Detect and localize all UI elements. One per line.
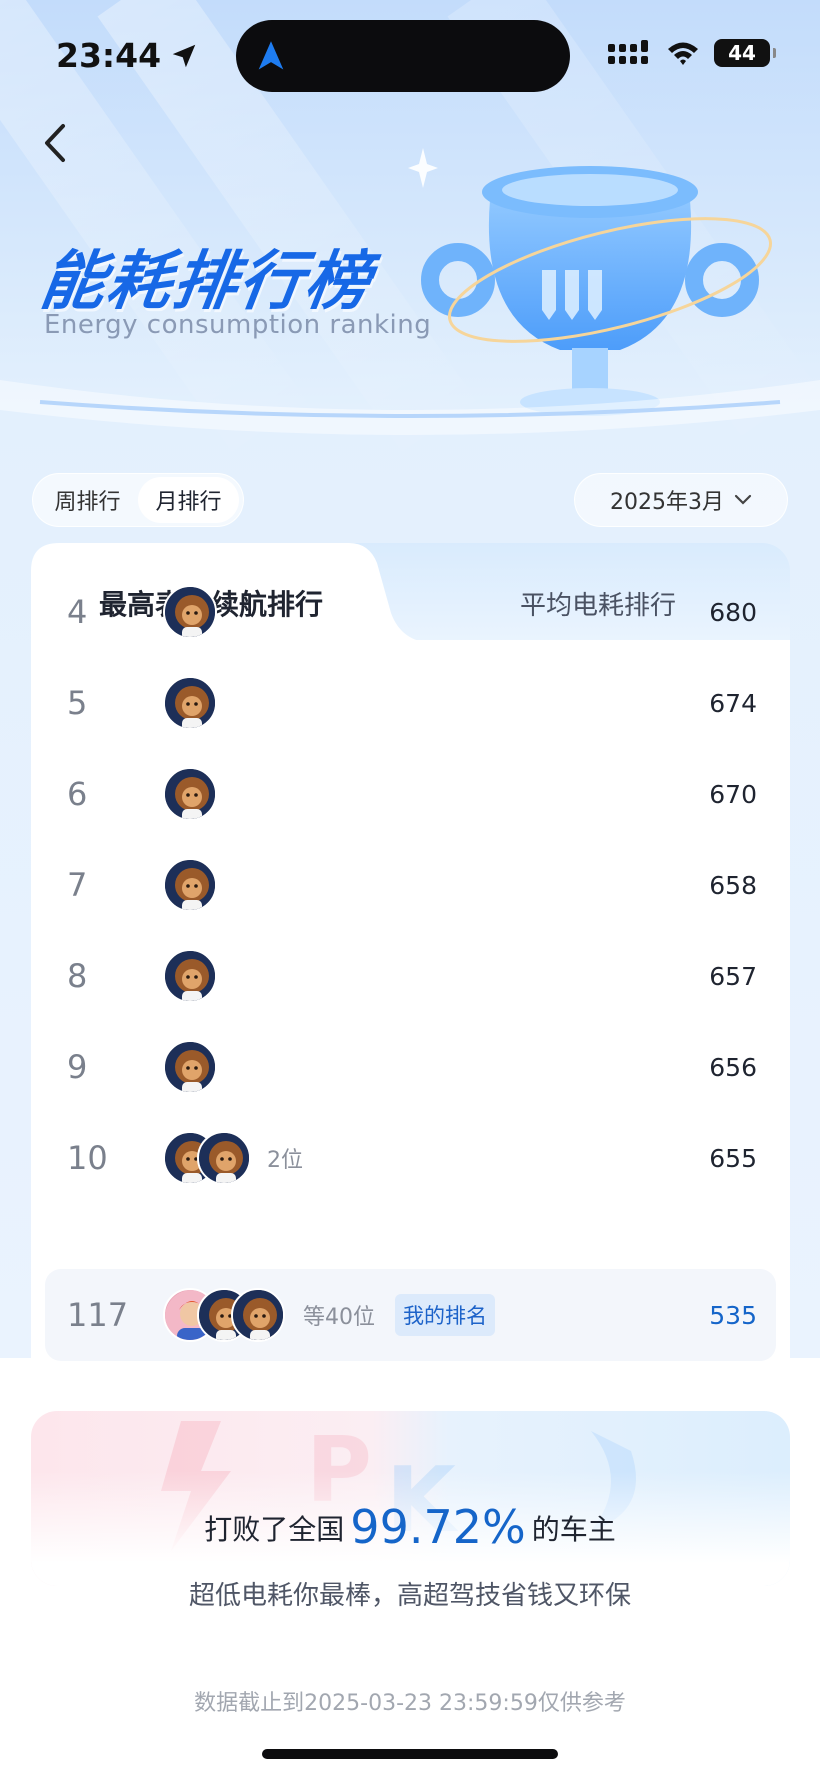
ranking-value: 674 — [709, 688, 757, 718]
wifi-icon — [668, 42, 698, 65]
chevron-down-icon — [734, 494, 752, 505]
rank-number: 4 — [67, 593, 88, 631]
data-disclaimer: 数据截止到2025-03-23 23:59:59仅供参考 — [194, 1691, 626, 1716]
page-title: 能耗排行榜 — [35, 245, 377, 319]
avatar — [231, 1288, 285, 1342]
ranking-value: 657 — [709, 961, 757, 991]
month-select[interactable]: 2025年3月 — [574, 473, 788, 527]
page-subtitle: Energy consumption ranking — [44, 310, 432, 340]
battery-indicator: 44 — [714, 39, 776, 67]
avatar — [163, 585, 217, 639]
avatar-group — [163, 676, 217, 730]
hero-decorative-arc — [0, 380, 820, 435]
tie-count: 2位 — [267, 1148, 303, 1173]
tab-weekly[interactable]: 周排行 — [37, 477, 138, 523]
my-rank-value: 535 — [709, 1300, 757, 1330]
beat-suffix: 的车主 — [531, 1513, 616, 1546]
chevron-left-icon — [45, 124, 65, 162]
ranking-value: 680 — [709, 597, 757, 627]
rank-number: 8 — [67, 957, 88, 995]
tab-monthly[interactable]: 月排行 — [138, 477, 239, 523]
ranking-row[interactable]: 7 658 — [31, 840, 790, 930]
ranking-value: 656 — [709, 1052, 757, 1082]
ranking-value: 670 — [709, 779, 757, 809]
ranking-card: 最高表显续航排行 平均电耗排行 468056746670765886579656… — [31, 543, 790, 1363]
status-time: 23:44 — [56, 36, 199, 75]
my-rank-row[interactable]: 117 等40位 我的排名 535 — [31, 1270, 790, 1360]
battery-level: 44 — [728, 41, 756, 65]
avatar-group — [163, 1131, 251, 1185]
home-indicator — [262, 1749, 558, 1759]
avatar-group — [163, 1288, 285, 1342]
dynamic-island — [236, 20, 570, 92]
ranking-row[interactable]: 10 2位 655 — [31, 1113, 790, 1203]
participant-count: 等40位 — [303, 1305, 375, 1330]
rank-number: 9 — [67, 1048, 88, 1086]
status-indicators: 44 — [608, 38, 776, 68]
rank-number: 117 — [67, 1296, 129, 1334]
beat-percent-line: 打败了全国 99.72% 的车主 — [0, 1500, 820, 1554]
ranking-value: 658 — [709, 870, 757, 900]
sparkle-icon — [408, 148, 438, 188]
praise-text: 超低电耗你最棒，高超驾技省钱又环保 — [188, 1581, 631, 1611]
avatar-group — [163, 949, 217, 1003]
rank-number: 6 — [67, 775, 88, 813]
my-rank-badge: 我的排名 — [395, 1294, 495, 1336]
ranking-row[interactable]: 8 657 — [31, 931, 790, 1021]
clock-text: 23:44 — [56, 36, 162, 75]
beat-percent: 99.72% — [350, 1500, 526, 1554]
avatar-group — [163, 858, 217, 912]
month-select-value: 2025年3月 — [610, 490, 724, 515]
avatar — [197, 1131, 251, 1185]
avatar-group — [163, 1040, 217, 1094]
navigation-arrow-icon — [258, 41, 284, 70]
pk-banner: P K — [31, 1411, 790, 1586]
cellular-signal-icon — [608, 40, 648, 64]
location-arrow-icon — [172, 44, 196, 67]
ranking-row[interactable]: 6 670 — [31, 749, 790, 839]
avatar — [163, 1040, 217, 1094]
rank-number: 7 — [67, 866, 88, 904]
back-button[interactable] — [34, 118, 74, 168]
beat-prefix: 打败了全国 — [204, 1513, 345, 1546]
avatar-group — [163, 585, 217, 639]
ranking-row[interactable]: 5 674 — [31, 658, 790, 748]
avatar — [163, 767, 217, 821]
avatar — [163, 858, 217, 912]
rank-number: 5 — [67, 684, 88, 722]
rank-number: 10 — [67, 1139, 108, 1177]
avatar — [163, 676, 217, 730]
ranking-value: 655 — [709, 1143, 757, 1173]
period-toggle: 周排行 月排行 — [32, 473, 244, 527]
ranking-row[interactable]: 9 656 — [31, 1022, 790, 1112]
avatar — [163, 949, 217, 1003]
ranking-row[interactable]: 4 680 — [31, 567, 790, 657]
avatar-group — [163, 767, 217, 821]
